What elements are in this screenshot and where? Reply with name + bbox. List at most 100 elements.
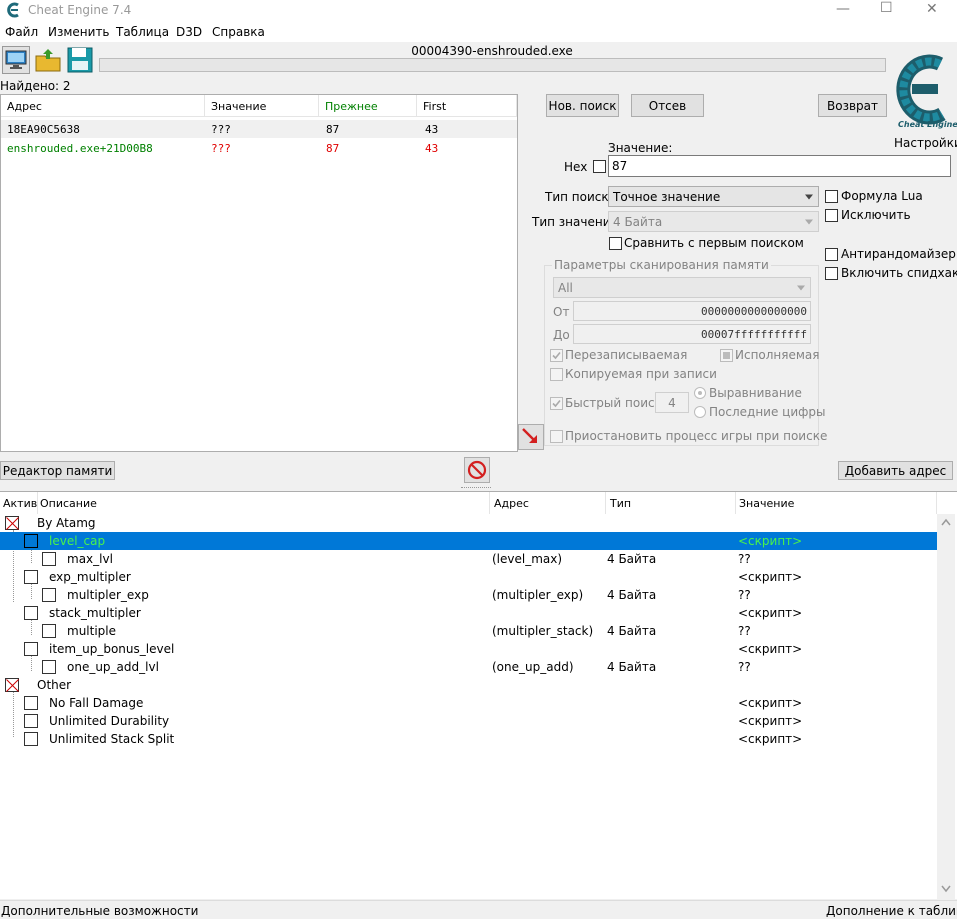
speedhack-checkbox[interactable] [825,267,838,280]
exclude-checkbox[interactable] [825,209,838,222]
pause-game-checkbox[interactable] [550,430,563,443]
value-input[interactable]: 87 [608,155,951,177]
menu-bar: Файл Изменить Таблица D3D Справка [0,22,957,42]
col-previous[interactable]: Прежнее [319,95,417,117]
row-active-checkbox[interactable] [24,732,38,746]
from-input[interactable]: 0000000000000000 [573,301,811,321]
alignment-label: Выравнивание [709,386,802,400]
row-active-checkbox[interactable] [24,606,38,620]
settings-link[interactable]: Настройки [894,136,957,150]
anti-random-checkbox[interactable] [825,248,838,261]
row-active-checkbox[interactable] [24,642,38,656]
row-address: (one_up_add) [492,660,574,674]
table-scrollbar[interactable] [937,514,955,900]
menu-help[interactable]: Справка [212,25,265,39]
table-row[interactable]: stack_multipler <скрипт> [0,604,937,622]
from-value: 0000000000000000 [701,305,807,318]
table-row[interactable]: Unlimited Durability <скрипт> [0,712,937,730]
menu-d3d[interactable]: D3D [176,25,202,39]
col-address[interactable]: Адрес [1,95,205,117]
last-digits-radio[interactable] [694,406,706,418]
to-input[interactable]: 00007fffffffffff [573,324,811,344]
new-scan-button[interactable]: Нов. поиск [546,94,619,117]
close-button[interactable]: ✕ [926,1,938,17]
memory-group-title: Параметры сканирования памяти [552,258,771,272]
table-row[interactable]: multipler_exp (multipler_exp) 4 Байта ?? [0,586,937,604]
col-active[interactable]: Актив [0,492,38,514]
red-arrow-icon [522,428,537,443]
table-row[interactable]: multiple (multipler_stack) 4 Байта ?? [0,622,937,640]
table-row-selected[interactable]: level_cap <скрипт> [0,532,937,550]
table-row[interactable]: item_up_bonus_level <скрипт> [0,640,937,658]
lua-formula-checkbox[interactable] [825,190,838,203]
fast-scan-input[interactable]: 4 [655,392,689,413]
minimize-button[interactable]: — [836,1,850,17]
row-active-checkbox[interactable] [42,552,56,566]
table-row[interactable]: Other [0,676,937,694]
table-row[interactable]: max_lvl (level_max) 4 Байта ?? [0,550,937,568]
table-row[interactable]: Unlimited Stack Split <скрипт> [0,730,937,748]
menu-file[interactable]: Файл [5,25,38,39]
col-type[interactable]: Тип [606,492,736,514]
table-extras-link[interactable]: Дополнение к таблице [826,904,957,918]
result-row[interactable]: enshrouded.exe+21D00B8 ??? 87 43 [1,139,517,157]
menu-table[interactable]: Таблица [116,25,169,39]
row-active-checkbox[interactable] [42,660,56,674]
memory-view-button[interactable]: Редактор памяти [0,461,115,480]
result-value: ??? [211,123,231,136]
col-value[interactable]: Значение [736,492,937,514]
row-active-checkbox[interactable] [24,534,38,548]
cheat-engine-logo[interactable]: Cheat Engine [888,42,957,134]
add-address-button[interactable]: Добавить адрес [838,461,953,480]
next-scan-button[interactable]: Отсев [631,94,704,117]
table-row[interactable]: No Fall Damage <скрипт> [0,694,937,712]
group-toggle-x[interactable] [5,516,19,530]
row-description: Unlimited Durability [49,714,170,728]
splitter-grip[interactable] [461,487,491,490]
col-description[interactable]: Описание [38,492,490,514]
compare-first-checkbox[interactable] [609,237,622,250]
menu-edit[interactable]: Изменить [48,25,110,39]
computer-icon [5,50,27,69]
col-value[interactable]: Значение [205,95,319,117]
row-address: (multipler_exp) [492,588,584,602]
save-button[interactable] [66,46,94,74]
row-description: exp_multipler [49,570,131,584]
stop-button[interactable] [464,457,490,483]
row-active-checkbox[interactable] [24,696,38,710]
scan-type-select[interactable]: Точное значение [608,186,819,207]
result-row[interactable]: 18EA90C5638 ??? 87 43 [1,120,517,138]
row-active-checkbox[interactable] [24,714,38,728]
copy-on-write-checkbox[interactable] [550,368,563,381]
cheat-table[interactable]: Актив Описание Адрес Тип Значение By Ata… [0,491,957,900]
scroll-up-icon[interactable] [941,518,951,526]
advanced-options-link[interactable]: Дополнительные возможности [1,904,198,918]
row-description: stack_multipler [49,606,141,620]
undo-scan-button[interactable]: Возврат [818,94,887,117]
value-type-label: Тип значения [532,215,618,229]
group-toggle-x[interactable] [5,678,19,692]
row-active-checkbox[interactable] [24,570,38,584]
row-active-checkbox[interactable] [42,624,56,638]
col-address[interactable]: Адрес [490,492,606,514]
col-first[interactable]: First [417,95,517,117]
last-digits-label: Последние цифры [709,405,826,419]
value-input-text: 87 [612,159,628,173]
add-to-table-arrow-button[interactable] [518,424,544,450]
open-file-button[interactable] [34,46,62,74]
scroll-down-icon[interactable] [941,885,951,893]
table-header: Актив Описание Адрес Тип Значение [0,492,937,514]
table-row[interactable]: one_up_add_lvl (one_up_add) 4 Байта ?? [0,658,937,676]
table-row[interactable]: By Atamg [0,514,937,532]
copy-on-write-label: Копируемая при записи [565,367,717,381]
table-row[interactable]: exp_multipler <скрипт> [0,568,937,586]
results-list[interactable]: Адрес Значение Прежнее First 18EA90C5638… [0,94,518,452]
maximize-button[interactable]: ☐ [880,0,893,16]
row-active-checkbox[interactable] [42,588,56,602]
progress-bar [99,58,886,72]
open-process-button[interactable] [2,46,30,74]
hex-checkbox[interactable] [593,160,606,173]
row-description: No Fall Damage [49,696,144,710]
value-type-select[interactable]: 4 Байта [608,211,819,232]
region-select[interactable]: All [553,277,811,298]
